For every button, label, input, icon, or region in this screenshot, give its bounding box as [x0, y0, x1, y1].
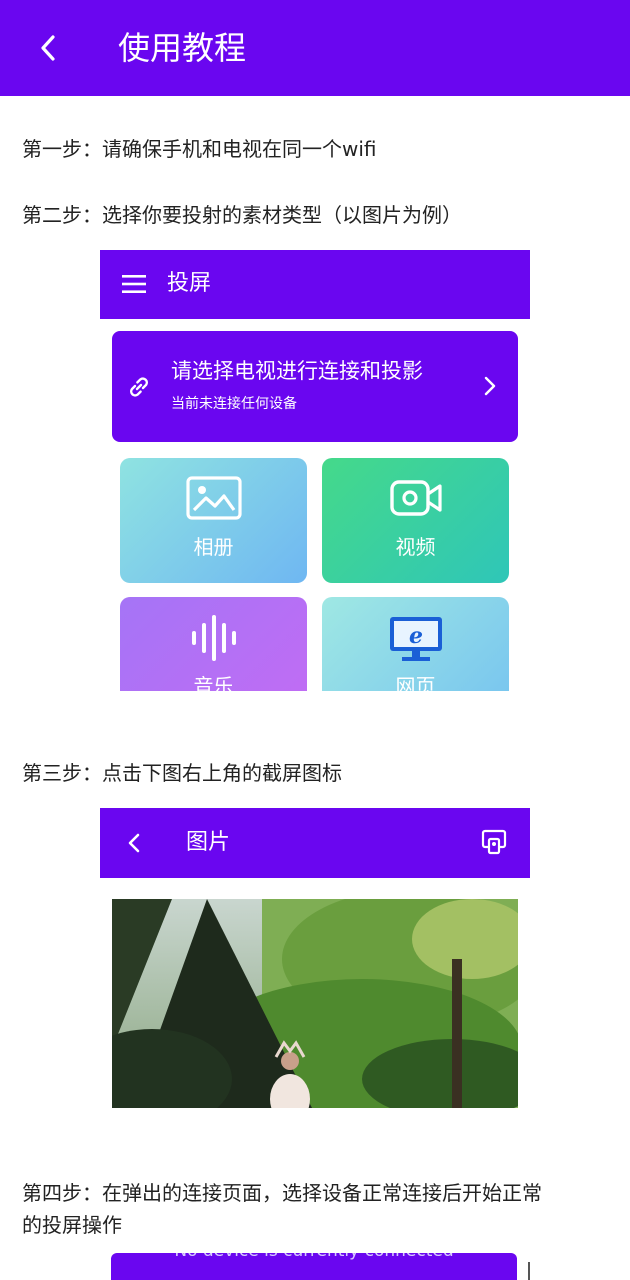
video-camera-icon [390, 480, 442, 516]
tile-album: 相册 [120, 458, 307, 583]
connect-page-illustration: No device is currently connected [111, 1253, 517, 1280]
connection-status-text: No device is currently connected [111, 1253, 517, 1263]
sample-photo [112, 899, 518, 1108]
svg-text:e: e [409, 623, 423, 649]
link-icon [130, 377, 148, 397]
connect-card-title: 请选择电视进行连接和投影 [171, 359, 423, 383]
chevron-right-icon [484, 376, 496, 396]
chevron-left-icon [128, 833, 140, 853]
page-title: 使用教程 [118, 29, 247, 67]
sound-wave-icon [192, 615, 236, 661]
chevron-left-icon [41, 35, 55, 61]
illustration-app-bar: 图片 [100, 808, 530, 878]
tile-label: 相册 [193, 535, 234, 559]
step-4-text-continued: 的投屏操作 [22, 1213, 122, 1237]
menu-icon [122, 275, 146, 293]
tile-web: e 网页 [322, 597, 509, 691]
tile-video: 视频 [322, 458, 509, 583]
illustration-title: 投屏 [167, 271, 212, 296]
illustration-title: 图片 [186, 830, 231, 855]
cast-screen-illustration: 投屏 请选择电视进行连接和投影 当前未连接任何设备 相册 视频 音乐 e 网页 [100, 250, 530, 691]
tile-label: 网页 [395, 674, 436, 691]
connect-card-subtitle: 当前未连接任何设备 [171, 396, 297, 412]
forest-photo [112, 899, 518, 1108]
illustration-app-bar: 投屏 [100, 250, 530, 319]
tile-label: 音乐 [193, 674, 234, 691]
step-4-text: 第四步：在弹出的连接页面，选择设备正常连接后开始正常 [22, 1181, 542, 1205]
tile-label: 视频 [395, 535, 436, 559]
scroll-indicator [528, 1262, 530, 1280]
step-3-text: 第三步：点击下图右上角的截屏图标 [22, 761, 342, 785]
browser-monitor-icon: e [390, 617, 442, 661]
step-1-text: 第一步：请确保手机和电视在同一个wifi [22, 137, 377, 161]
connect-tv-card: 请选择电视进行连接和投影 当前未连接任何设备 [112, 331, 518, 442]
tile-music: 音乐 [120, 597, 307, 691]
photo-icon [186, 476, 242, 520]
cast-screen-icon [481, 829, 507, 855]
step-2-text: 第二步：选择你要投射的素材类型（以图片为例） [22, 203, 462, 227]
back-button[interactable] [28, 26, 68, 70]
app-bar: 使用教程 [0, 0, 630, 96]
picture-page-illustration: 图片 [100, 808, 530, 1110]
